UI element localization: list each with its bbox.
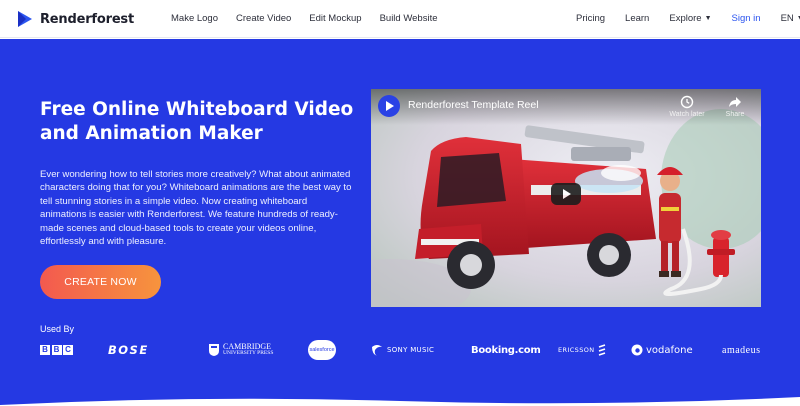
salesforce-cloud-icon: salesforce bbox=[308, 340, 336, 360]
share-label: Share bbox=[725, 111, 745, 118]
hero-title: Free Online Whiteboard Video and Animati… bbox=[40, 99, 354, 144]
brand-home-link[interactable]: Renderforest bbox=[15, 9, 134, 29]
video-player[interactable]: Renderforest Template Reel Watch later S… bbox=[371, 89, 761, 307]
primary-nav: Make Logo Create Video Edit Mockup Build… bbox=[171, 13, 456, 24]
language-label: EN bbox=[780, 13, 794, 24]
nav-edit-mockup[interactable]: Edit Mockup bbox=[309, 13, 361, 24]
renderforest-logo-icon bbox=[18, 11, 32, 27]
ericsson-icon bbox=[598, 344, 605, 356]
bbc-letter: C bbox=[63, 345, 73, 355]
used-by-label: Used By bbox=[40, 324, 75, 334]
nav-make-logo[interactable]: Make Logo bbox=[171, 13, 218, 24]
secondary-nav: Pricing Learn Explore▼ Sign in EN▼ bbox=[576, 13, 800, 24]
nav-learn[interactable]: Learn bbox=[625, 13, 649, 24]
booking-logo: Booking.com bbox=[471, 344, 541, 356]
client-logos: BBC BOSE CAMBRIDGE UNIVERSITY PRESS sale… bbox=[40, 337, 770, 363]
cambridge-logo: CAMBRIDGE UNIVERSITY PRESS bbox=[208, 337, 273, 363]
decorative-wave bbox=[0, 397, 800, 406]
channel-avatar[interactable] bbox=[378, 95, 400, 117]
ericsson-logo: ERICSSON bbox=[558, 337, 606, 363]
ericsson-label: ERICSSON bbox=[558, 346, 595, 354]
vodafone-logo: vodafone bbox=[631, 337, 693, 363]
play-button[interactable] bbox=[551, 183, 581, 205]
amadeus-logo: amadeus bbox=[722, 344, 761, 356]
bbc-letter: B bbox=[40, 345, 50, 355]
brand-name: Renderforest bbox=[40, 11, 134, 27]
vodafone-label: vodafone bbox=[646, 344, 693, 356]
hero-description: Ever wondering how to tell stories more … bbox=[40, 169, 352, 248]
sony-music-logo: SONY MUSIC bbox=[370, 337, 434, 363]
watch-later-label: Watch later bbox=[669, 111, 705, 118]
bose-logo: BOSE bbox=[108, 343, 149, 357]
cambridge-subtitle: UNIVERSITY PRESS bbox=[223, 350, 274, 356]
share-button[interactable]: Share bbox=[715, 95, 755, 118]
nav-create-video[interactable]: Create Video bbox=[236, 13, 291, 24]
nav-explore-menu[interactable]: Explore ▼ bbox=[669, 13, 711, 24]
video-title[interactable]: Renderforest Template Reel bbox=[408, 99, 539, 111]
sign-in-link[interactable]: Sign in bbox=[732, 13, 761, 24]
top-navigation: Renderforest Make Logo Create Video Edit… bbox=[0, 0, 800, 38]
chevron-down-icon: ▼ bbox=[704, 15, 712, 22]
salesforce-logo: salesforce bbox=[308, 337, 336, 363]
hero-section: Free Online Whiteboard Video and Animati… bbox=[0, 39, 800, 406]
bbc-letter: B bbox=[51, 345, 62, 355]
salesforce-label: salesforce bbox=[309, 347, 335, 353]
cambridge-shield-icon bbox=[209, 344, 219, 356]
clock-icon bbox=[680, 95, 694, 109]
share-icon bbox=[729, 97, 741, 107]
play-icon bbox=[563, 189, 571, 199]
sony-music-label: SONY MUSIC bbox=[387, 346, 435, 354]
create-now-button[interactable]: CREATE NOW bbox=[40, 265, 161, 299]
cambridge-name: CAMBRIDGE bbox=[223, 341, 272, 351]
nav-build-website[interactable]: Build Website bbox=[380, 13, 438, 24]
sony-music-icon bbox=[372, 345, 382, 356]
watch-later-button[interactable]: Watch later bbox=[667, 95, 707, 118]
vodafone-icon bbox=[631, 344, 643, 356]
language-selector[interactable]: EN▼ bbox=[781, 13, 800, 24]
bbc-logo: BBC bbox=[40, 337, 75, 363]
renderforest-logo-icon bbox=[386, 101, 394, 111]
nav-pricing[interactable]: Pricing bbox=[576, 13, 605, 24]
nav-explore-label: Explore bbox=[669, 13, 702, 24]
